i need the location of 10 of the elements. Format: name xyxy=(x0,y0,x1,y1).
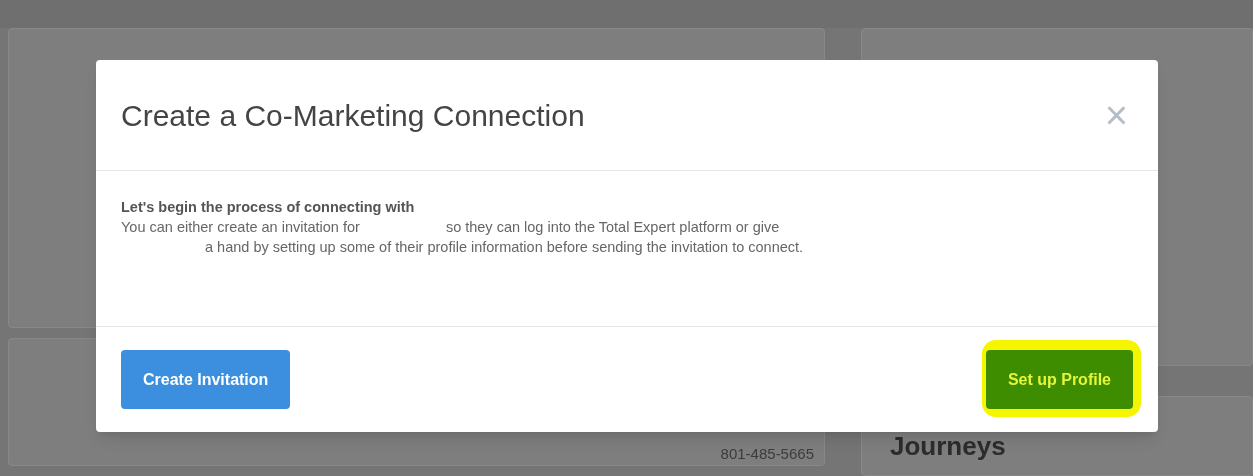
action-button[interactable]: Create Invitation xyxy=(121,350,291,409)
body-text: You can either create an invitation for xyxy=(121,218,360,237)
section-heading: Journeys xyxy=(890,431,1006,461)
close-button[interactable]: × xyxy=(1104,95,1128,135)
intro-text: Let's begin the process of connecting with xyxy=(121,198,416,217)
phone-number: 801-485-5665 xyxy=(720,444,814,464)
body-text: a hand by setting up some of their profile information before sending the invitation to connect. xyxy=(205,239,804,255)
body-text: so they can log into the Total Expert platform or give xyxy=(445,218,780,237)
action-button[interactable]: Set up Profile xyxy=(985,350,1133,409)
modal-title: Create a Co-Marketing Connection xyxy=(121,97,585,134)
